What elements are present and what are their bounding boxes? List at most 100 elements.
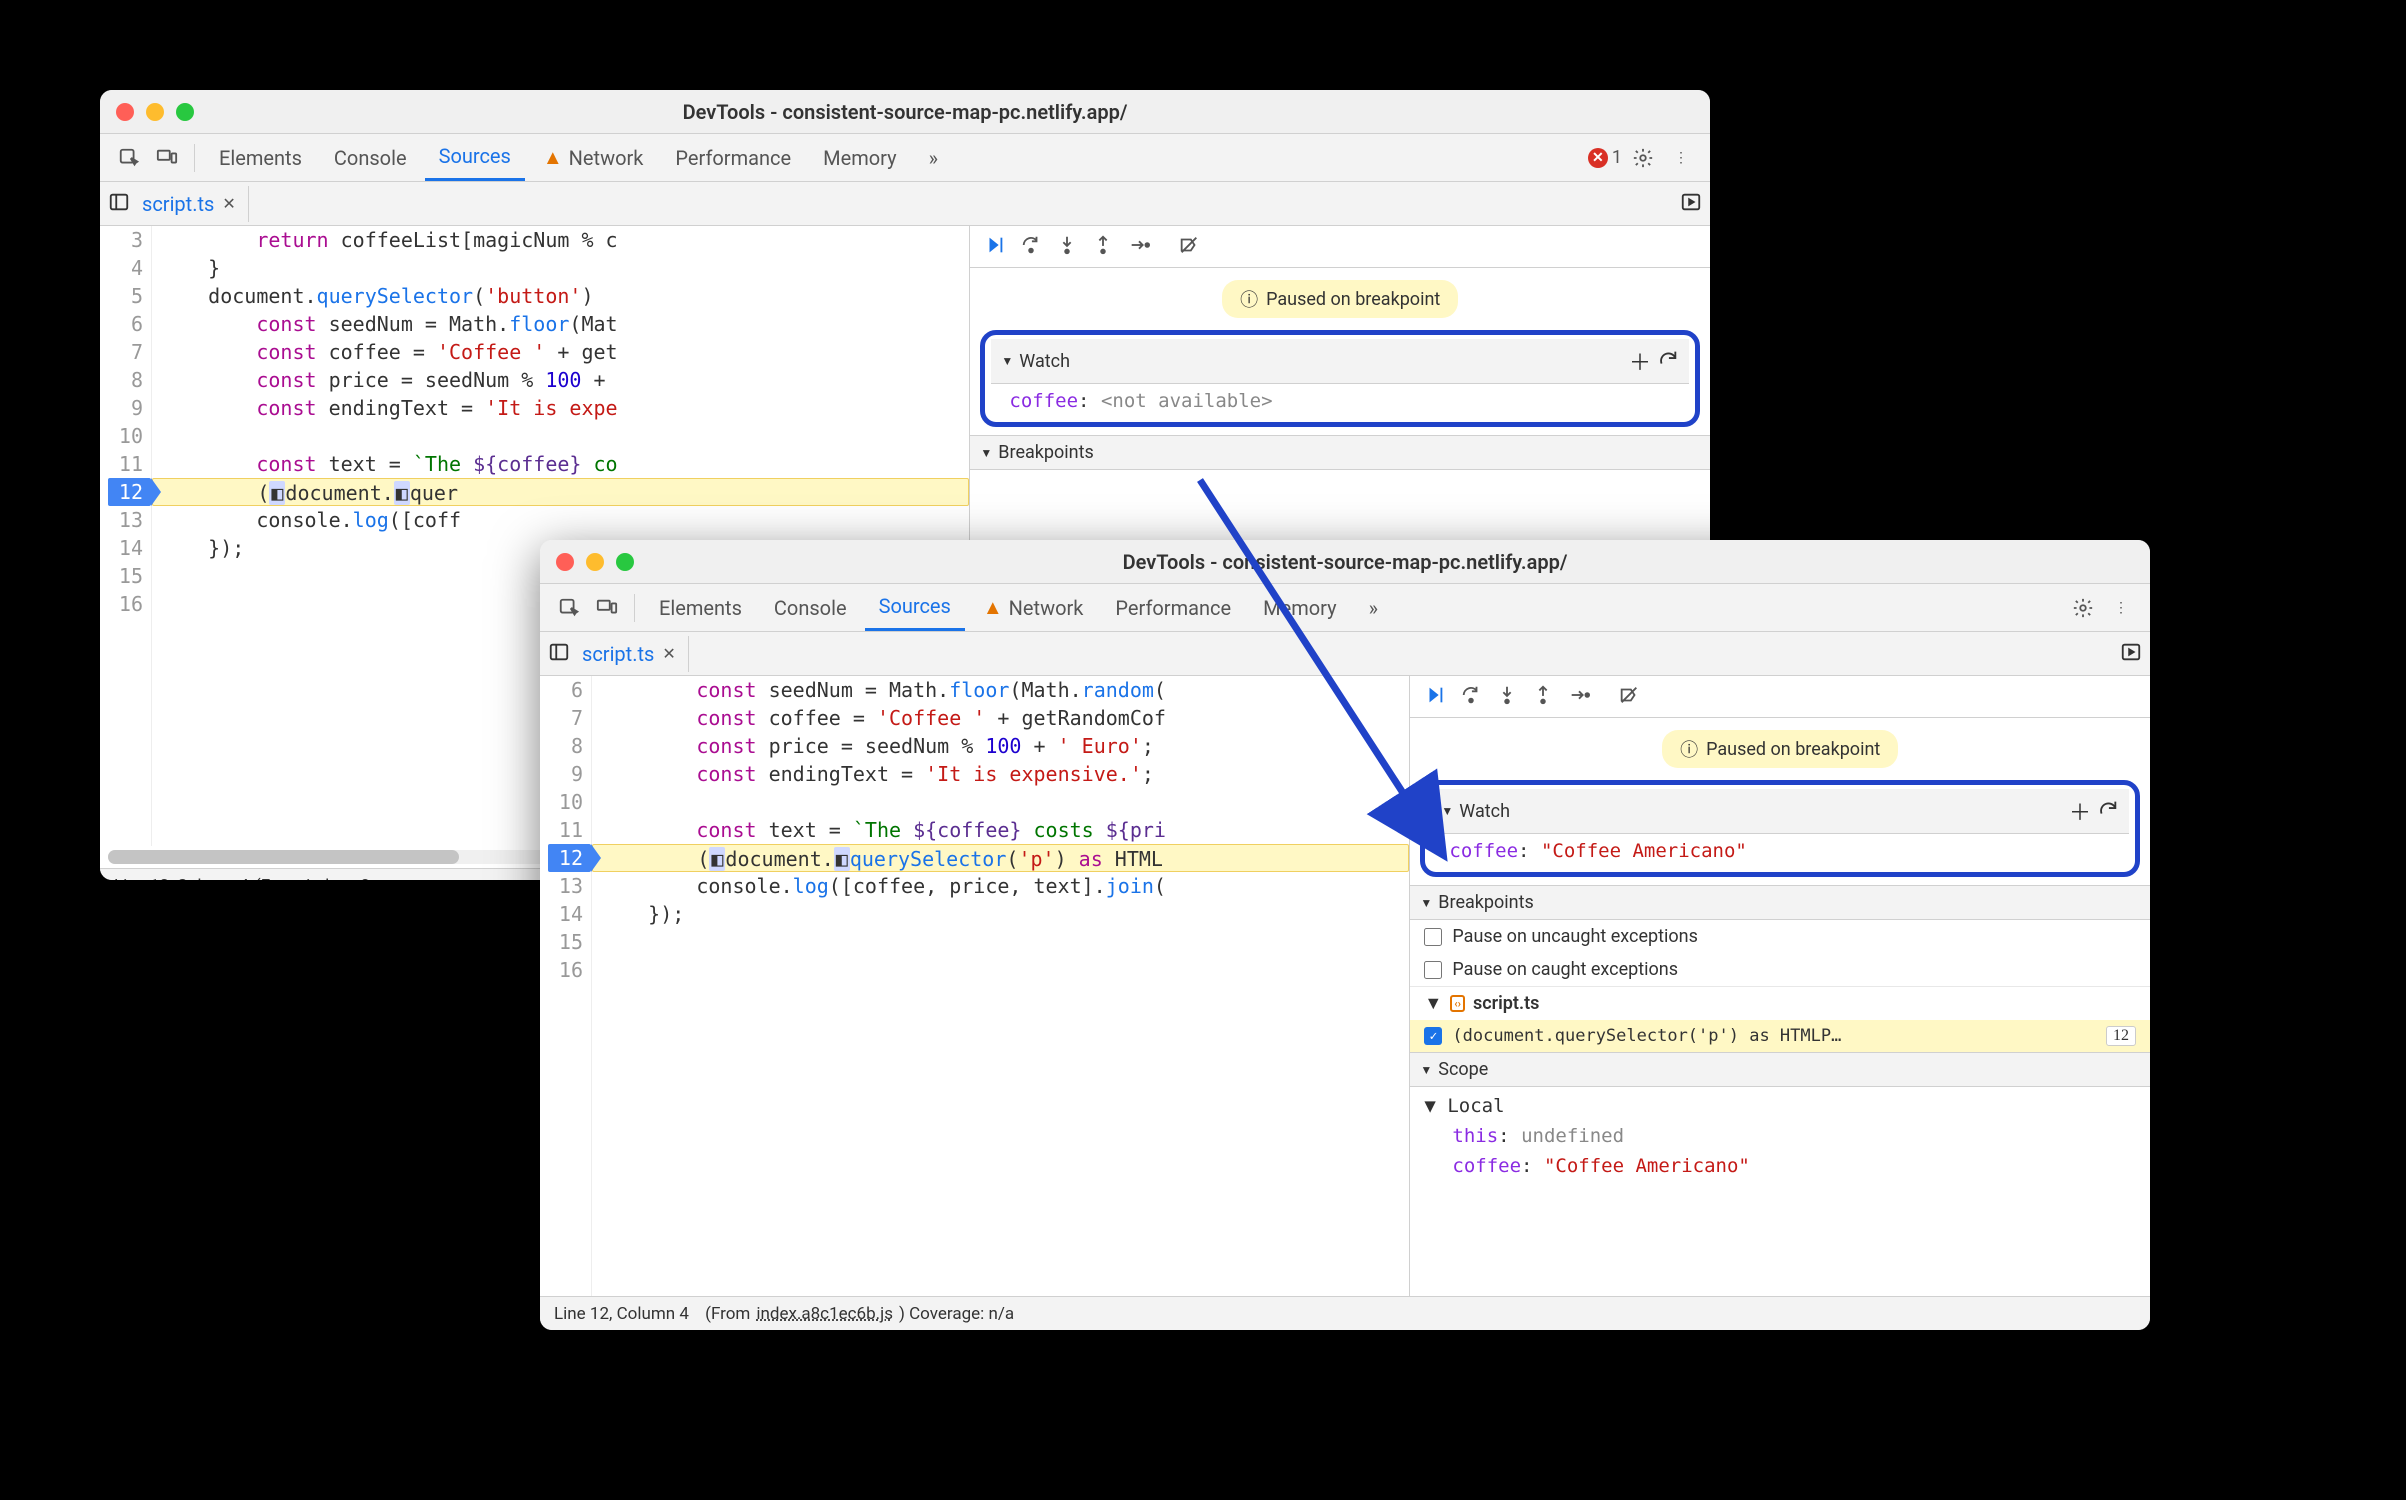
deactivate-breakpoints-icon[interactable] xyxy=(1178,234,1200,260)
breakpoint-row[interactable]: ✓ (document.querySelector('p') as HTMLP…… xyxy=(1410,1020,2150,1052)
tab-performance[interactable]: Performance xyxy=(661,136,805,180)
code-line[interactable]: (◧document.◧quer xyxy=(152,478,969,506)
code-line[interactable]: const price = seedNum % 100 + ' Euro'; xyxy=(592,732,1409,760)
line-number[interactable]: 9 xyxy=(108,394,143,422)
code-line[interactable]: const text = `The ${coffee} co xyxy=(152,450,969,478)
step-out-icon[interactable] xyxy=(1092,234,1114,260)
step-into-icon[interactable] xyxy=(1496,684,1518,710)
line-number[interactable]: 8 xyxy=(108,366,143,394)
code-line[interactable]: console.log([coffee, price, text].join( xyxy=(592,872,1409,900)
source-map-origin[interactable]: index.a8 xyxy=(306,876,370,881)
line-number[interactable]: 10 xyxy=(108,422,143,450)
line-number[interactable]: 12 xyxy=(108,478,151,506)
inspect-icon[interactable] xyxy=(552,591,586,625)
code-line[interactable] xyxy=(592,956,1409,984)
code-line[interactable]: (◧document.◧querySelector('p') as HTML xyxy=(592,844,1409,872)
tab-sources[interactable]: Sources xyxy=(865,584,965,631)
code-area[interactable]: const seedNum = Math.floor(Math.random( … xyxy=(592,676,1409,1296)
line-number[interactable]: 6 xyxy=(548,676,583,704)
code-line[interactable]: const seedNum = Math.floor(Math.random( xyxy=(592,676,1409,704)
add-watch-icon[interactable]: ＋ xyxy=(2069,795,2091,827)
source-map-origin[interactable]: index.a8c1ec6b.js xyxy=(756,1304,893,1324)
tab-elements[interactable]: Elements xyxy=(645,586,756,630)
breakpoint-file-header[interactable]: ▼ ‹› script.ts xyxy=(1410,986,2150,1020)
watch-header[interactable]: ▼ Watch ＋ xyxy=(991,339,1689,384)
line-gutter[interactable]: 345678910111213141516 xyxy=(100,226,152,846)
refresh-icon[interactable] xyxy=(2097,798,2119,825)
kebab-icon[interactable]: ⋮ xyxy=(1664,141,1698,175)
line-number[interactable]: 7 xyxy=(108,338,143,366)
line-number[interactable]: 7 xyxy=(548,704,583,732)
scope-local-header[interactable]: ▼ Local xyxy=(1424,1091,2136,1121)
tab-more[interactable]: » xyxy=(915,136,952,180)
line-number[interactable]: 10 xyxy=(548,788,583,816)
refresh-icon[interactable] xyxy=(1657,348,1679,375)
code-editor[interactable]: 678910111213141516 const seedNum = Math.… xyxy=(540,676,1409,1296)
step-icon[interactable] xyxy=(1128,234,1150,260)
line-number[interactable]: 11 xyxy=(548,816,583,844)
line-number[interactable]: 16 xyxy=(548,956,583,984)
error-count[interactable]: ✕1 xyxy=(1588,147,1622,168)
line-number[interactable]: 8 xyxy=(548,732,583,760)
step-icon[interactable] xyxy=(1568,684,1590,710)
code-line[interactable]: document.querySelector('button') xyxy=(152,282,969,310)
close-tab-icon[interactable]: ✕ xyxy=(662,644,675,663)
line-number[interactable]: 9 xyxy=(548,760,583,788)
breakpoint-checkbox[interactable]: ✓ xyxy=(1424,1027,1442,1045)
tab-network[interactable]: ▲Network xyxy=(529,135,658,180)
watch-header[interactable]: ▼ Watch ＋ xyxy=(1431,789,2129,834)
minimize-icon[interactable] xyxy=(586,553,604,571)
resume-icon[interactable] xyxy=(984,234,1006,260)
disclosure-triangle-icon[interactable]: ▼ xyxy=(1424,993,1442,1014)
close-tab-icon[interactable]: ✕ xyxy=(222,194,235,213)
tab-console[interactable]: Console xyxy=(320,136,421,180)
code-line[interactable]: return coffeeList[magicNum % c xyxy=(152,226,969,254)
resume-icon[interactable] xyxy=(1424,684,1446,710)
breakpoints-header[interactable]: ▼ Breakpoints xyxy=(1410,885,2150,920)
code-line[interactable] xyxy=(592,788,1409,816)
tab-memory[interactable]: Memory xyxy=(1249,586,1350,630)
code-line[interactable]: console.log([coff xyxy=(152,506,969,534)
line-number[interactable]: 16 xyxy=(108,590,143,618)
disclosure-triangle-icon[interactable]: ▼ xyxy=(1441,804,1453,818)
gear-icon[interactable] xyxy=(2066,591,2100,625)
close-icon[interactable] xyxy=(116,103,134,121)
tab-network[interactable]: ▲Network xyxy=(969,585,1098,630)
code-line[interactable] xyxy=(592,928,1409,956)
tab-console[interactable]: Console xyxy=(760,586,861,630)
pause-caught-checkbox[interactable] xyxy=(1424,961,1442,979)
step-over-icon[interactable] xyxy=(1460,684,1482,710)
tab-memory[interactable]: Memory xyxy=(809,136,910,180)
code-line[interactable]: const coffee = 'Coffee ' + get xyxy=(152,338,969,366)
device-icon[interactable] xyxy=(590,591,624,625)
zoom-icon[interactable] xyxy=(176,103,194,121)
scroll-thumb[interactable] xyxy=(108,850,459,864)
disclosure-triangle-icon[interactable]: ▼ xyxy=(1001,354,1013,368)
device-icon[interactable] xyxy=(150,141,184,175)
step-into-icon[interactable] xyxy=(1056,234,1078,260)
line-number[interactable]: 5 xyxy=(108,282,143,310)
disclosure-triangle-icon[interactable]: ▼ xyxy=(980,446,992,460)
line-number[interactable]: 6 xyxy=(108,310,143,338)
navigator-toggle-icon[interactable] xyxy=(108,191,130,217)
kebab-icon[interactable]: ⋮ xyxy=(2104,591,2138,625)
tab-more[interactable]: » xyxy=(1355,586,1392,630)
pause-uncaught-row[interactable]: Pause on uncaught exceptions xyxy=(1410,920,2150,953)
scope-header[interactable]: ▼ Scope xyxy=(1410,1052,2150,1087)
inspect-icon[interactable] xyxy=(112,141,146,175)
zoom-icon[interactable] xyxy=(616,553,634,571)
code-line[interactable]: const seedNum = Math.floor(Mat xyxy=(152,310,969,338)
line-number[interactable]: 4 xyxy=(108,254,143,282)
disclosure-triangle-icon[interactable]: ▼ xyxy=(1420,1063,1432,1077)
line-number[interactable]: 13 xyxy=(108,506,143,534)
disclosure-triangle-icon[interactable]: ▼ xyxy=(1424,1095,1435,1117)
code-line[interactable]: } xyxy=(152,254,969,282)
tab-elements[interactable]: Elements xyxy=(205,136,316,180)
file-tab-script[interactable]: script.ts ✕ xyxy=(570,636,689,672)
line-gutter[interactable]: 678910111213141516 xyxy=(540,676,592,1296)
navigator-toggle-icon[interactable] xyxy=(548,641,570,667)
code-line[interactable]: const endingText = 'It is expe xyxy=(152,394,969,422)
pause-caught-row[interactable]: Pause on caught exceptions xyxy=(1410,953,2150,986)
line-number[interactable]: 14 xyxy=(108,534,143,562)
breakpoints-header[interactable]: ▼ Breakpoints xyxy=(970,435,1710,470)
